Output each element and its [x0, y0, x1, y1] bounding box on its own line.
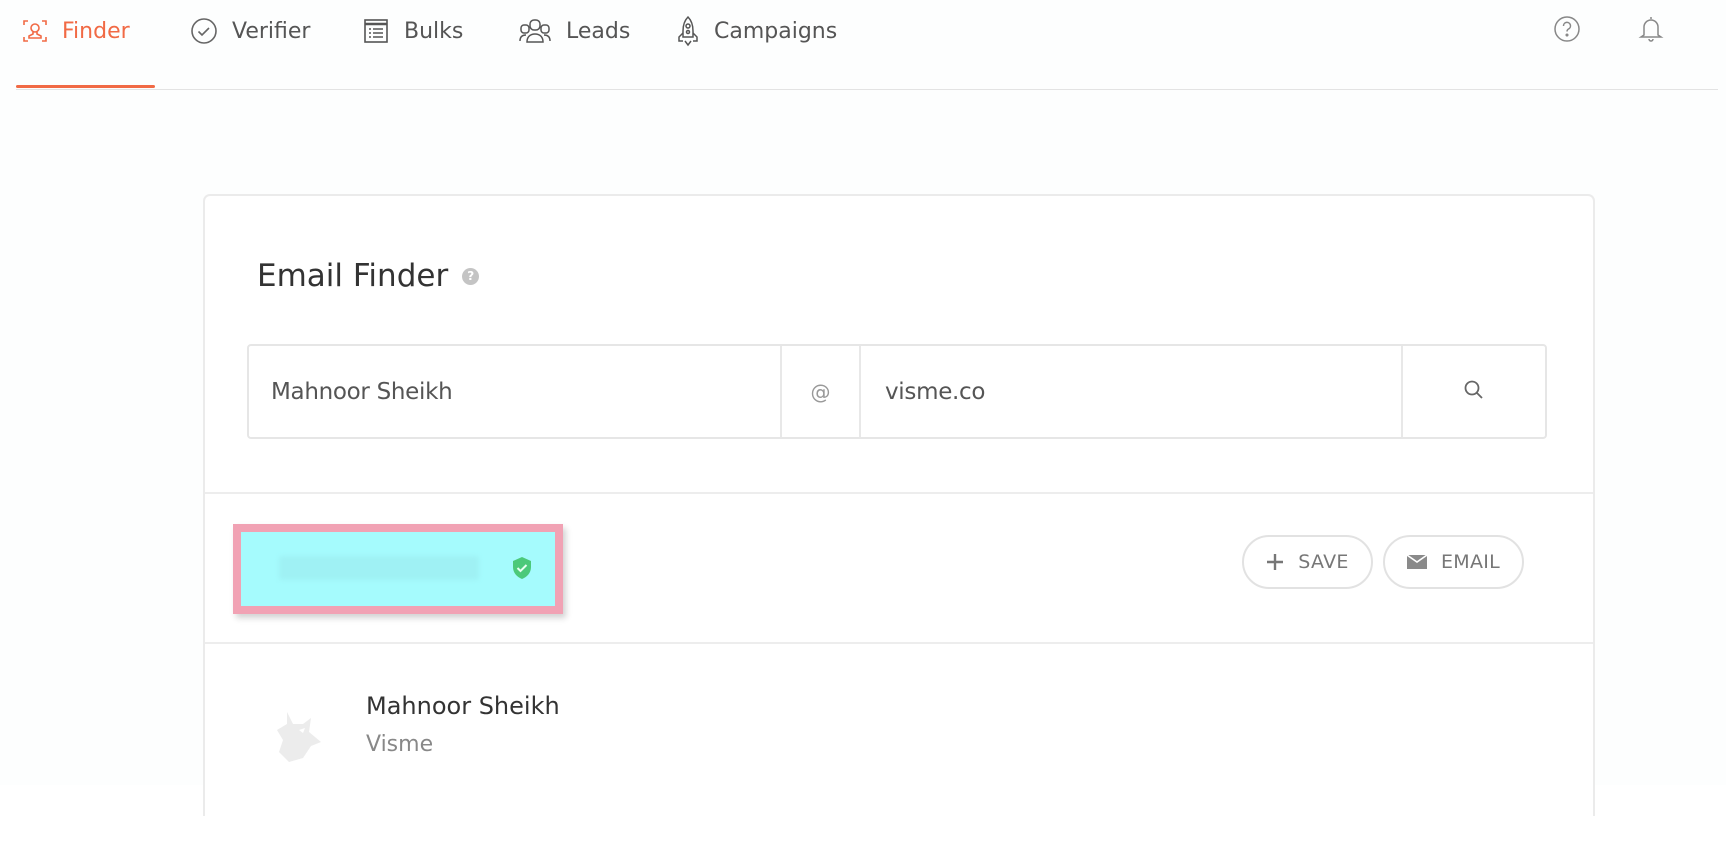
- nav-item-label: Finder: [62, 18, 130, 44]
- email-finder-card: Email Finder ? @: [203, 194, 1595, 816]
- found-email-highlight: [233, 524, 563, 614]
- active-tab-indicator: [16, 85, 155, 88]
- bell-icon: [1638, 14, 1664, 48]
- nav-item-label: Leads: [566, 18, 631, 44]
- nav-item-finder[interactable]: Finder: [22, 13, 130, 49]
- help-button[interactable]: [1552, 16, 1582, 46]
- person-company: Visme: [366, 732, 434, 757]
- notifications-button[interactable]: [1636, 16, 1666, 46]
- help-circle-icon: [1553, 15, 1581, 47]
- domain-input[interactable]: [861, 378, 1401, 405]
- section-divider: [205, 492, 1593, 494]
- nav-item-leads[interactable]: Leads: [518, 13, 630, 49]
- app-window: Finder Verifier Bulks Leads Campaigns Em…: [0, 0, 1726, 816]
- domain-field-wrapper: [861, 346, 1403, 437]
- finder-input-group: @: [247, 344, 1547, 439]
- nav-item-label: Verifier: [232, 18, 311, 44]
- nav-item-campaigns[interactable]: Campaigns: [676, 13, 837, 49]
- search-button[interactable]: [1403, 346, 1545, 437]
- email-button[interactable]: EMAIL: [1383, 535, 1524, 589]
- save-button[interactable]: SAVE: [1242, 535, 1373, 589]
- plus-icon: [1266, 553, 1284, 571]
- nav-item-label: Bulks: [404, 18, 464, 44]
- email-button-label: EMAIL: [1440, 551, 1501, 573]
- nav-item-bulks[interactable]: Bulks: [362, 13, 463, 49]
- section-divider: [205, 642, 1593, 644]
- at-separator: @: [782, 346, 861, 437]
- person-name[interactable]: Mahnoor Sheikh: [366, 692, 560, 720]
- nav-item-verifier[interactable]: Verifier: [190, 13, 310, 49]
- card-title-text: Email Finder: [257, 258, 449, 294]
- card-title: Email Finder ?: [257, 258, 480, 294]
- users-icon: [518, 17, 552, 45]
- envelope-icon: [1406, 554, 1427, 570]
- check-circle-icon: [190, 17, 218, 45]
- finder-icon: [22, 18, 48, 44]
- top-navigation: Finder Verifier Bulks Leads Campaigns: [16, 0, 1718, 90]
- search-icon: [1462, 378, 1486, 406]
- save-button-label: SAVE: [1298, 551, 1349, 573]
- full-name-input[interactable]: [249, 378, 780, 405]
- rocket-icon: [676, 15, 700, 47]
- fox-avatar-icon: [265, 704, 329, 768]
- nav-item-label: Campaigns: [714, 18, 838, 44]
- full-name-field-wrapper: [249, 346, 782, 437]
- shield-check-icon: [511, 556, 533, 580]
- found-email-redacted[interactable]: [279, 556, 479, 580]
- help-icon[interactable]: ?: [462, 267, 480, 285]
- list-icon: [362, 17, 390, 45]
